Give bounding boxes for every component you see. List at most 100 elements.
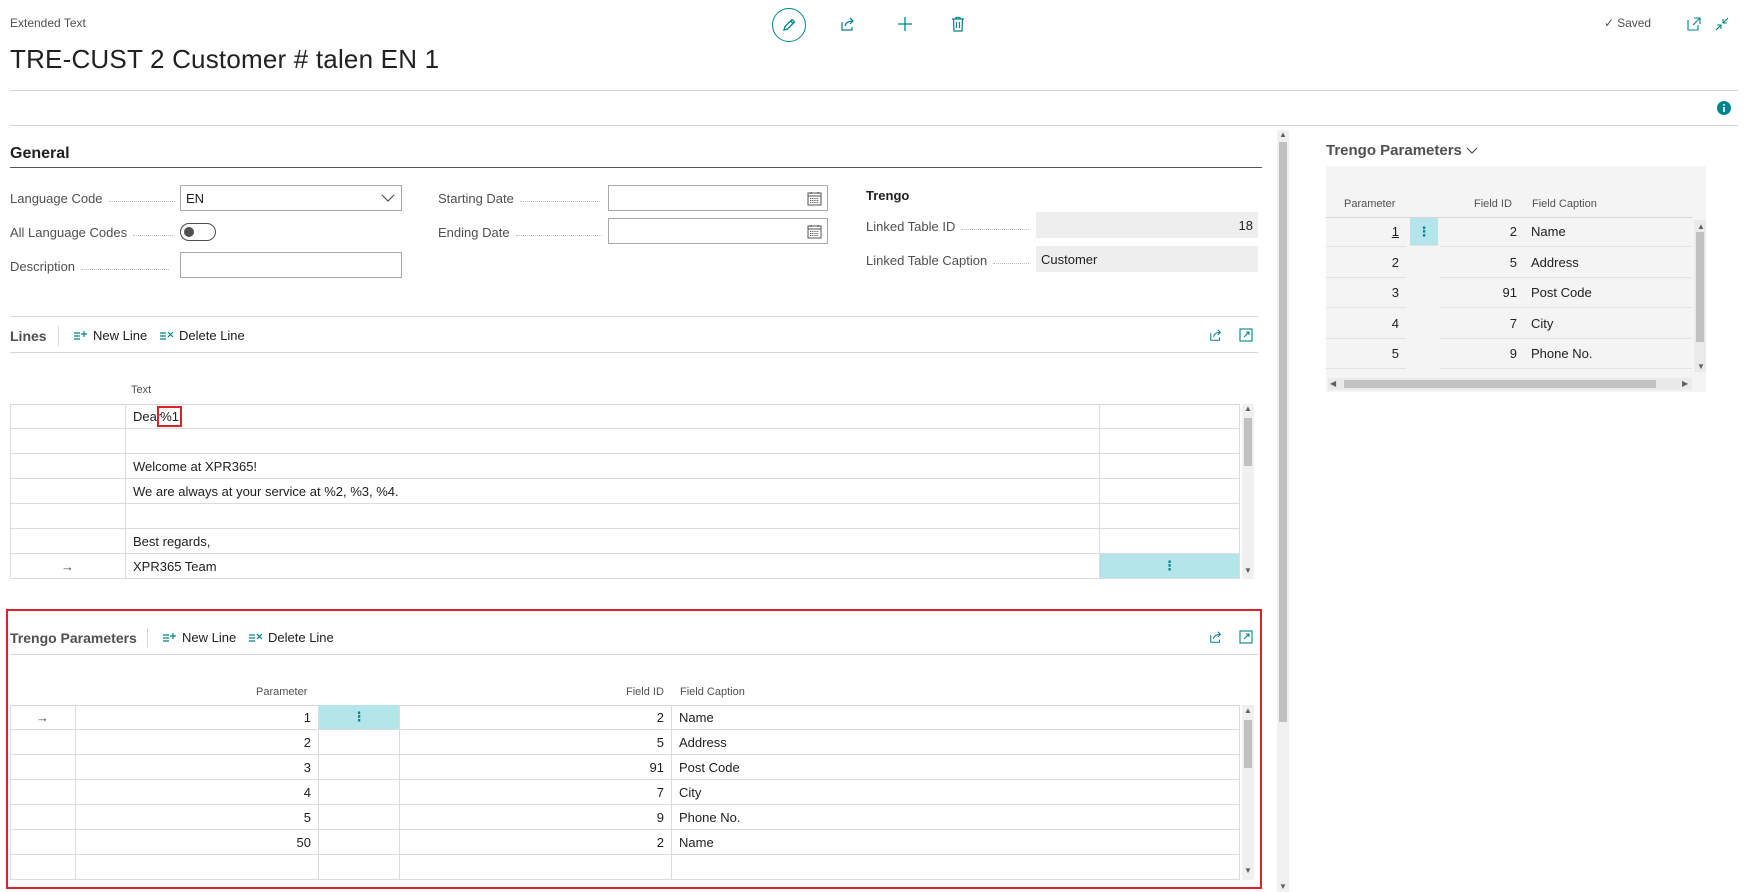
row-indicator[interactable] bbox=[10, 805, 76, 830]
row-indicator[interactable] bbox=[10, 429, 126, 454]
factbox-title[interactable]: Trengo Parameters bbox=[1326, 142, 1478, 159]
row-indicator[interactable] bbox=[10, 755, 76, 780]
delete-button[interactable] bbox=[946, 12, 970, 36]
lines-scrollbar-thumb[interactable] bbox=[1244, 418, 1252, 466]
share-button[interactable] bbox=[836, 12, 860, 36]
line-extra-cell bbox=[1100, 504, 1240, 529]
row-actions-button[interactable]: ⋮ bbox=[1100, 554, 1240, 579]
row-indicator[interactable] bbox=[10, 454, 126, 479]
factbox-field-caption-cell: Address bbox=[1524, 248, 1692, 278]
field-id-cell[interactable]: 91 bbox=[400, 755, 672, 780]
trengo-parameters-title: Trengo Parameters bbox=[10, 630, 137, 646]
parameter-cell[interactable]: 4 bbox=[76, 780, 319, 805]
parameter-cell[interactable]: 2 bbox=[76, 730, 319, 755]
trengo-new-line-button[interactable]: New Line bbox=[162, 630, 236, 645]
pencil-icon bbox=[783, 18, 796, 31]
linked-table-id-label: Linked Table ID bbox=[866, 219, 1030, 234]
parameter-cell[interactable]: 50 bbox=[76, 830, 319, 855]
line-text-cell[interactable] bbox=[126, 504, 1100, 529]
line-extra-cell bbox=[1100, 404, 1240, 429]
row-indicator[interactable] bbox=[10, 855, 76, 880]
row-indicator[interactable] bbox=[10, 479, 126, 504]
general-section-title: General bbox=[10, 145, 70, 162]
factbox-column-parameter: Parameter bbox=[1344, 198, 1396, 210]
lines-scroll-up-icon[interactable]: ▲ bbox=[1244, 404, 1252, 413]
factbox-scroll-right-icon[interactable]: ▶ bbox=[1682, 379, 1688, 388]
factbox-hscrollbar-thumb[interactable] bbox=[1344, 380, 1656, 388]
new-line-icon bbox=[74, 330, 87, 340]
description-input[interactable] bbox=[180, 252, 402, 278]
line-text-cell[interactable]: Best regards, bbox=[126, 529, 1100, 554]
row-indicator[interactable]: → bbox=[10, 705, 76, 730]
lines-top-divider bbox=[10, 316, 1258, 317]
row-arrow-icon: → bbox=[61, 558, 74, 574]
row-indicator[interactable]: → bbox=[10, 554, 126, 579]
trengo-expand-button[interactable] bbox=[1236, 627, 1256, 647]
saved-status: ✓ Saved bbox=[1604, 16, 1651, 30]
row-indicator[interactable] bbox=[10, 529, 126, 554]
factbox-scroll-up-icon[interactable]: ▲ bbox=[1697, 222, 1705, 231]
row-indicator[interactable] bbox=[10, 730, 76, 755]
open-new-window-button[interactable] bbox=[1684, 14, 1704, 34]
calendar-icon[interactable] bbox=[807, 191, 822, 206]
factbox-parameter-link[interactable]: 1 bbox=[1392, 224, 1399, 239]
trengo-share-button[interactable] bbox=[1206, 627, 1226, 647]
lines-expand-button[interactable] bbox=[1236, 325, 1256, 345]
row-actions-button[interactable]: ⋮ bbox=[319, 705, 400, 730]
row-indicator[interactable] bbox=[10, 404, 126, 429]
saved-label: Saved bbox=[1617, 16, 1652, 30]
starting-date-input[interactable] bbox=[608, 185, 828, 211]
info-icon bbox=[1717, 101, 1731, 115]
parameter-cell[interactable] bbox=[76, 855, 319, 880]
all-language-codes-toggle[interactable] bbox=[180, 223, 216, 241]
parameter-cell[interactable]: 1 bbox=[76, 705, 319, 730]
trengo-scrollbar-thumb[interactable] bbox=[1244, 720, 1252, 768]
factbox-scroll-left-icon[interactable]: ◀ bbox=[1330, 379, 1336, 388]
main-scroll-down-icon[interactable]: ▼ bbox=[1279, 882, 1287, 891]
edit-button[interactable] bbox=[772, 8, 806, 42]
factbox-column-field-id: Field ID bbox=[1474, 198, 1512, 210]
calendar-icon[interactable] bbox=[807, 224, 822, 239]
collapse-button[interactable] bbox=[1712, 14, 1732, 34]
lines-share-button[interactable] bbox=[1206, 325, 1226, 345]
ellipsis-icon: ⋮ bbox=[1163, 558, 1176, 573]
factbox-field-caption-cell: Name bbox=[1524, 217, 1692, 247]
main-scrollbar-thumb[interactable] bbox=[1279, 142, 1287, 722]
lines-column-text: Text bbox=[131, 384, 152, 396]
factbox-vscrollbar-thumb[interactable] bbox=[1696, 232, 1704, 342]
line-text-cell[interactable]: We are always at your service at %2, %3,… bbox=[126, 479, 1100, 504]
lines-scroll-down-icon[interactable]: ▼ bbox=[1244, 566, 1252, 575]
trengo-toolbar-divider bbox=[10, 654, 1258, 655]
factbox-parameter-cell[interactable]: 1 bbox=[1326, 217, 1406, 247]
factbox-row-actions-button[interactable]: ⋮ bbox=[1410, 218, 1438, 246]
lines-new-line-button[interactable]: New Line bbox=[73, 328, 147, 343]
line-text-cell[interactable]: XPR365 Team bbox=[126, 554, 1100, 579]
line-text-cell[interactable]: Dear %1 bbox=[126, 404, 1100, 429]
field-id-cell[interactable]: 9 bbox=[400, 805, 672, 830]
field-id-cell[interactable]: 2 bbox=[400, 705, 672, 730]
lines-delete-line-button[interactable]: Delete Line bbox=[159, 328, 245, 343]
trengo-scroll-up-icon[interactable]: ▲ bbox=[1244, 706, 1252, 715]
field-id-cell[interactable]: 5 bbox=[400, 730, 672, 755]
parameter-cell[interactable]: 5 bbox=[76, 805, 319, 830]
line-text-cell[interactable] bbox=[126, 429, 1100, 454]
row-indicator[interactable] bbox=[10, 780, 76, 805]
trengo-delete-line-button[interactable]: Delete Line bbox=[248, 630, 334, 645]
field-id-cell[interactable]: 2 bbox=[400, 830, 672, 855]
factbox-scroll-down-icon[interactable]: ▼ bbox=[1697, 362, 1705, 371]
info-button[interactable] bbox=[1716, 100, 1732, 116]
row-indicator[interactable] bbox=[10, 830, 76, 855]
new-button[interactable] bbox=[893, 12, 917, 36]
ending-date-input[interactable] bbox=[608, 218, 828, 244]
parameter-cell[interactable]: 3 bbox=[76, 755, 319, 780]
main-scroll-up-icon[interactable]: ▲ bbox=[1279, 130, 1287, 139]
language-code-select[interactable]: EN bbox=[180, 185, 402, 211]
line-text-cell[interactable]: Welcome at XPR365! bbox=[126, 454, 1100, 479]
share-icon bbox=[841, 17, 854, 31]
line-extra-cell bbox=[1100, 454, 1240, 479]
spacer-cell bbox=[319, 830, 400, 855]
field-id-cell[interactable] bbox=[400, 855, 672, 880]
row-indicator[interactable] bbox=[10, 504, 126, 529]
field-id-cell[interactable]: 7 bbox=[400, 780, 672, 805]
trengo-scroll-down-icon[interactable]: ▼ bbox=[1244, 866, 1252, 875]
